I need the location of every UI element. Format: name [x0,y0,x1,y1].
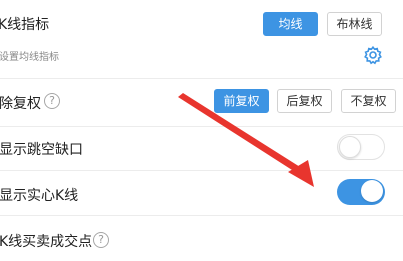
question-circle-icon[interactable]: ? [93,232,109,248]
show-solid-kline-title: 显示实心K线 [0,188,79,204]
option-no-adjust[interactable]: 不复权 [341,89,396,113]
adjustment-title: 除复权 [0,96,41,112]
toggle-knob [339,136,361,158]
show-gap-title: 显示跳空缺口 [0,142,83,158]
divider [0,215,403,216]
option-forward-adjust[interactable]: 前复权 [214,89,269,113]
kline-indicator-title: K线指标 [0,17,50,33]
show-gap-toggle[interactable] [337,134,385,160]
toggle-knob [361,180,383,202]
divider [0,126,403,127]
annotation-arrow [178,93,314,187]
kline-cross-title: K线买卖成交点 [0,234,93,250]
show-solid-kline-toggle[interactable] [337,179,385,205]
divider [0,170,403,171]
question-circle-icon[interactable]: ? [44,93,60,109]
kline-indicator-subtitle: 设置均线指标 [0,52,59,63]
option-backward-adjust[interactable]: 后复权 [277,89,332,113]
option-moving-average[interactable]: 均线 [263,12,318,36]
option-bollinger[interactable]: 布林线 [327,12,382,36]
divider [0,78,403,79]
gear-icon[interactable] [363,45,383,65]
